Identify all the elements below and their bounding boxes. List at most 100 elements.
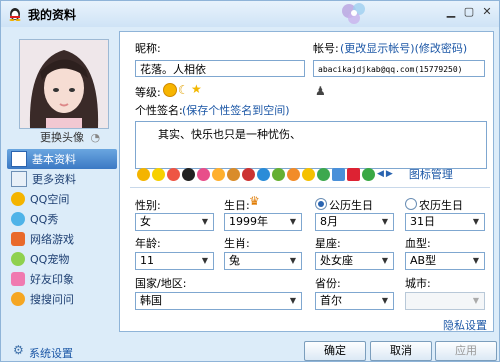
ranch-icon[interactable]	[287, 167, 300, 181]
qqshow-icon[interactable]	[167, 167, 180, 181]
qzone-star-icon	[11, 192, 25, 206]
chevron-down-icon: ▼	[472, 296, 480, 305]
province-select[interactable]: 首尔 ▼	[315, 292, 394, 310]
sidebar-item-basic-info[interactable]: 基本资料	[7, 149, 117, 169]
constellation-select[interactable]: 处女座 ▼	[315, 252, 394, 270]
chevron-down-icon: ▼	[289, 217, 297, 226]
question-icon	[11, 292, 25, 306]
privacy-settings-link[interactable]: 隐私设置	[443, 317, 487, 333]
age-select[interactable]: 11 ▼	[135, 252, 214, 270]
mail-icon[interactable]	[257, 167, 270, 181]
farm-icon[interactable]	[272, 167, 285, 181]
blood-type-select[interactable]: AB型 ▼	[405, 252, 485, 270]
maximize-button[interactable]: ▢	[461, 5, 477, 19]
birthday-label: 生日:	[224, 199, 250, 212]
gender-label: 性别:	[135, 199, 161, 212]
game-icon[interactable]	[212, 167, 225, 181]
level-label: 等级:	[135, 86, 161, 99]
game-icon	[11, 232, 25, 246]
search-user-icon[interactable]: ♟	[315, 84, 326, 98]
clover-icon[interactable]	[362, 167, 375, 181]
arrow-right-icon[interactable]: ▶	[386, 169, 393, 179]
profile-window: 我的资料 ▁ ▢ ✕ 更换头像 ◔ 基本资料 更多资料 QQ空间 QQ秀 网络游…	[0, 0, 500, 362]
nickname-field[interactable]: 花落。人相依	[135, 60, 305, 77]
qzone-icon[interactable]	[302, 167, 315, 181]
zodiac-label: 生肖:	[224, 237, 250, 250]
birth-month-select[interactable]: 8月 ▼	[315, 213, 394, 231]
divider	[130, 187, 490, 188]
blood-type-label: 血型:	[405, 237, 431, 250]
chevron-down-icon: ▼	[381, 296, 389, 305]
cancel-button[interactable]: 取消	[370, 341, 432, 361]
pet-icon	[11, 252, 25, 266]
sidebar-item-online-games[interactable]: 网络游戏	[7, 229, 117, 249]
account-links[interactable]: (更改显示帐号)(修改密码)	[340, 40, 467, 56]
country-select[interactable]: 韩国 ▼	[135, 292, 302, 310]
camera-icon: ◔	[90, 131, 101, 144]
sun-icon	[163, 83, 177, 97]
pet-icon[interactable]	[227, 167, 240, 181]
chevron-down-icon: ▼	[472, 256, 480, 265]
arrow-left-icon[interactable]: ◀	[377, 169, 384, 179]
signature-label: 个性签名:	[135, 104, 183, 117]
settings-gear-icon[interactable]: ⚙	[13, 343, 24, 357]
sidebar-item-soso-wenwen[interactable]: 搜搜问问	[7, 289, 117, 309]
globe-icon[interactable]	[317, 167, 330, 181]
bottom-bar: ⚙ 系统设置 确定 取消 应用	[1, 334, 499, 362]
country-label: 国家/地区:	[135, 277, 187, 290]
minimize-button[interactable]: ▁	[443, 5, 459, 19]
city-label: 城市:	[405, 277, 431, 290]
sidebar-item-friend-impressions[interactable]: 好友印象	[7, 269, 117, 289]
system-settings-link[interactable]: 系统设置	[29, 345, 73, 361]
smile-icon[interactable]	[152, 167, 165, 181]
change-avatar-link[interactable]: 更换头像 ◔	[40, 129, 100, 145]
moon-icon: ☾	[178, 83, 189, 97]
zodiac-select[interactable]: 兔 ▼	[224, 252, 302, 270]
photo-icon[interactable]	[332, 167, 345, 181]
profile-form: 昵称: 花落。人相依 帐号: (更改显示帐号)(修改密码) abacikajdj…	[119, 31, 494, 332]
cake-icon: ♛	[249, 194, 260, 208]
close-button[interactable]: ✕	[479, 5, 495, 19]
lunar-birthday-label: 农历生日	[419, 199, 463, 212]
birth-day-select[interactable]: 31日 ▼	[405, 213, 485, 231]
sidebar-item-qq-pet[interactable]: QQ宠物	[7, 249, 117, 269]
chevron-down-icon: ▼	[289, 296, 297, 305]
left-panel: 更换头像 ◔ 基本资料 更多资料 QQ空间 QQ秀 网络游戏 QQ宠物 好友印象…	[5, 31, 117, 331]
icon-manage-link[interactable]: 图标管理	[409, 166, 453, 182]
penguin-icon[interactable]	[182, 167, 195, 181]
qq-icon[interactable]	[137, 167, 150, 181]
solar-birthday-label: 公历生日	[329, 199, 373, 212]
star-icon: ★	[191, 82, 202, 96]
city-select[interactable]: ▼	[405, 292, 485, 310]
account-field[interactable]: abacikajdjkab@qq.com(15779250)	[313, 60, 485, 77]
avatar-image	[20, 40, 108, 128]
nickname-label: 昵称:	[135, 42, 161, 55]
save-signature-link[interactable]: (保存个性签名到空间)	[182, 102, 290, 118]
profile-card-icon	[11, 151, 27, 167]
shop-icon[interactable]	[242, 167, 255, 181]
title-bar[interactable]: 我的资料 ▁ ▢ ✕	[1, 1, 499, 27]
decorative-flower-icon	[342, 3, 365, 24]
apply-button[interactable]: 应用	[435, 341, 497, 361]
qq-penguin-icon	[9, 8, 21, 21]
chevron-down-icon: ▼	[289, 256, 297, 265]
window-title: 我的资料	[28, 8, 77, 22]
avatar[interactable]	[19, 39, 109, 129]
ok-button[interactable]: 确定	[304, 341, 366, 361]
age-label: 年龄:	[135, 237, 161, 250]
gender-select[interactable]: 女 ▼	[135, 213, 214, 231]
document-icon	[11, 171, 27, 187]
sidebar-item-qqshow[interactable]: QQ秀	[7, 209, 117, 229]
birth-year-select[interactable]: 1999年 ▼	[224, 213, 302, 231]
music-icon[interactable]	[197, 167, 210, 181]
sidebar-nav: 基本资料 更多资料 QQ空间 QQ秀 网络游戏 QQ宠物 好友印象 搜搜问问	[7, 149, 117, 309]
sidebar-item-qzone[interactable]: QQ空间	[7, 189, 117, 209]
vip-icon[interactable]	[347, 167, 360, 181]
solar-birthday-radio[interactable]	[315, 198, 327, 210]
signature-field[interactable]: 其实、快乐也只是一种忧伤、	[135, 121, 487, 169]
lunar-birthday-radio[interactable]	[405, 198, 417, 210]
chevron-down-icon: ▼	[201, 256, 209, 265]
province-label: 省份:	[315, 277, 341, 290]
sidebar-item-more-info[interactable]: 更多资料	[7, 169, 117, 189]
constellation-label: 星座:	[315, 237, 341, 250]
